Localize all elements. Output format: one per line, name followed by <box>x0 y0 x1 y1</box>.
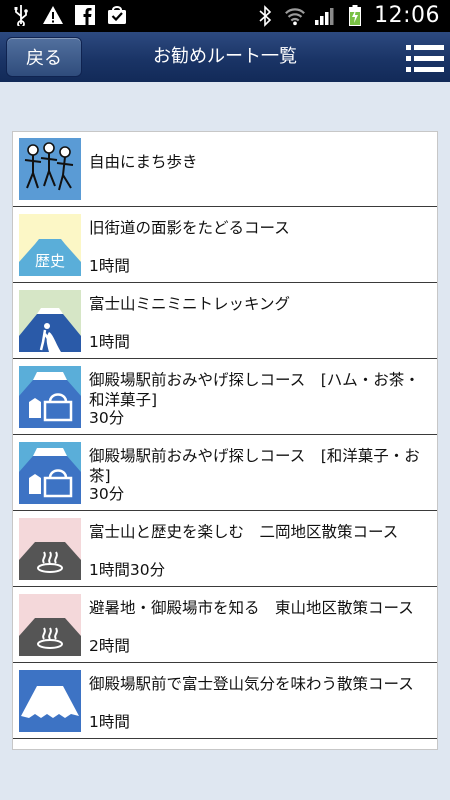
route-duration: 1時間 <box>89 333 130 351</box>
route-item-souvenir-sweets-tea[interactable]: 御殿場駅前おみやげ探しコース [和洋菓子・お茶] 30分 <box>13 436 437 511</box>
route-duration: 30分 <box>89 409 125 427</box>
route-title: 御殿場駅前で富士登山気分を味わう散策コース <box>89 675 414 693</box>
route-list: 自由にまち歩き 歴史 旧街道の面影をたどるコース 1時間 富士山ミニミニトレッキ… <box>12 131 438 750</box>
wifi-icon <box>284 5 306 27</box>
route-item-souvenir-ham-tea[interactable]: 御殿場駅前おみやげ探しコース [ハム・お茶・和洋菓子] 30分 <box>13 360 437 435</box>
thumb-label: 歴史 <box>35 252 65 270</box>
back-button[interactable]: 戻る <box>6 37 82 77</box>
souvenir-mountain-icon <box>19 366 81 428</box>
route-item-trekking[interactable]: 富士山ミニミニトレッキング 1時間 <box>13 284 437 359</box>
page-title: お勧めルート一覧 <box>153 46 297 67</box>
signal-icon <box>314 5 336 27</box>
route-title: 旧街道の面影をたどるコース <box>89 219 290 237</box>
route-item-higashiyama[interactable]: 避暑地・御殿場市を知る 東山地区散策コース 2時間 <box>13 588 437 663</box>
status-bar: 12:06 <box>0 0 450 32</box>
route-title: 御殿場駅前おみやげ探しコース [和洋菓子・お茶] <box>89 447 420 485</box>
walking-people-icon <box>19 138 81 200</box>
history-mountain-icon: 歴史 <box>19 214 81 276</box>
bluetooth-icon <box>254 4 276 27</box>
onsen-mountain-icon <box>19 518 81 580</box>
facebook-icon <box>74 4 96 26</box>
route-duration: 1時間30分 <box>89 561 166 579</box>
route-title: 御殿場駅前おみやげ探しコース [ハム・お茶・和洋菓子] <box>89 371 420 409</box>
route-title: 避暑地・御殿場市を知る 東山地区散策コース <box>89 599 414 617</box>
route-duration: 1時間 <box>89 257 130 275</box>
souvenir-mountain-icon <box>19 442 81 504</box>
app-header: 戻る お勧めルート一覧 <box>0 32 450 82</box>
route-title: 自由にまち歩き <box>89 153 198 171</box>
clock: 12:06 <box>374 3 440 28</box>
route-duration: 1時間 <box>89 713 130 731</box>
route-title: 富士山ミニミニトレッキング <box>89 295 291 313</box>
shopping-bag-icon <box>106 4 128 26</box>
route-duration: 2時間 <box>89 637 130 655</box>
route-item-free-walk[interactable]: 自由にまち歩き <box>13 132 437 207</box>
route-item-fuji-climb-mood[interactable]: 御殿場駅前で富士登山気分を味わう散策コース 1時間 <box>13 664 437 739</box>
onsen-mountain-icon <box>19 594 81 656</box>
route-item-nioka[interactable]: 富士山と歴史を楽しむ 二岡地区散策コース 1時間30分 <box>13 512 437 587</box>
battery-charging-icon <box>344 4 366 27</box>
trekking-mountain-icon <box>19 290 81 352</box>
usb-icon <box>10 4 32 26</box>
route-title: 富士山と歴史を楽しむ 二岡地区散策コース <box>89 523 399 541</box>
warning-icon <box>42 4 64 26</box>
route-duration: 30分 <box>89 485 125 503</box>
hamburger-menu-icon[interactable] <box>406 42 444 74</box>
fuji-mountain-icon <box>19 670 81 732</box>
route-item-old-highway[interactable]: 歴史 旧街道の面影をたどるコース 1時間 <box>13 208 437 283</box>
